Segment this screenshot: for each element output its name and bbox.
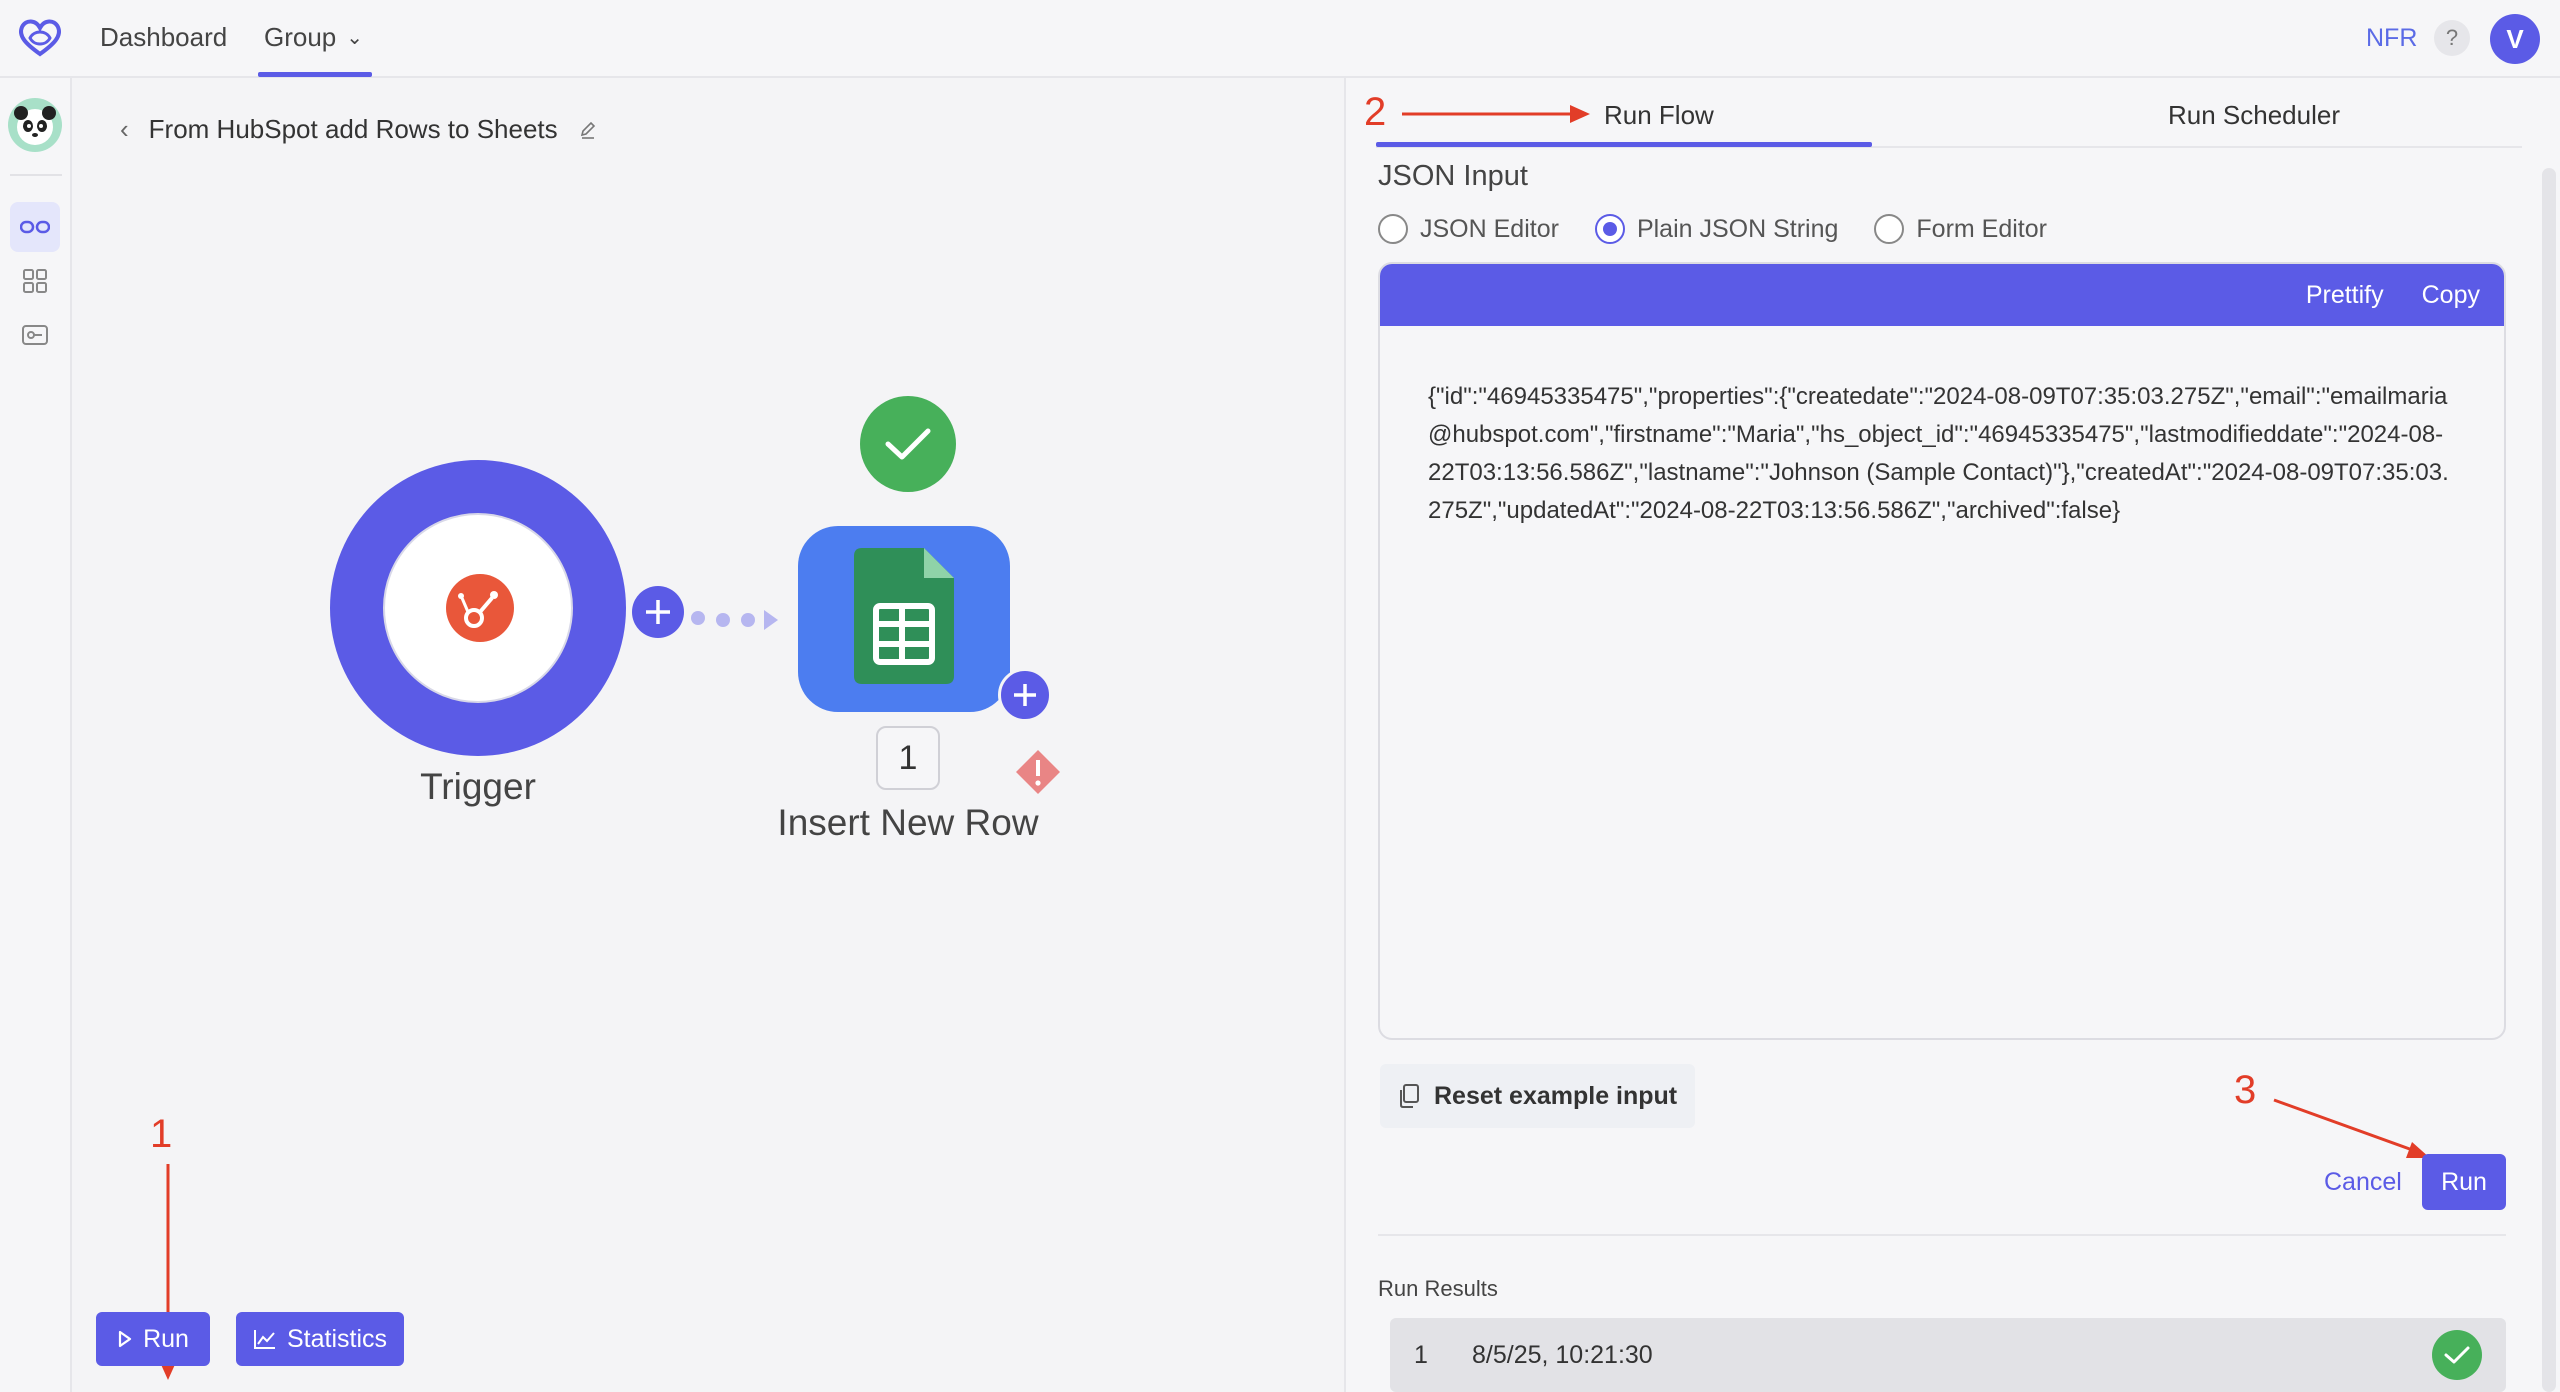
canvas-run-button[interactable]: Run: [96, 1312, 210, 1366]
annotation-3: 3: [2234, 1068, 2257, 1112]
chevron-down-icon: ⌄: [346, 27, 364, 49]
left-rail: [0, 78, 72, 1392]
input-mode-group: JSON Editor Plain JSON String Form Edito…: [1378, 214, 2047, 244]
run-button[interactable]: Run: [2422, 1154, 2506, 1210]
radio-plain-json-string[interactable]: Plain JSON String: [1594, 214, 1839, 244]
radio-label: JSON Editor: [1420, 214, 1559, 243]
google-sheets-icon: [854, 548, 954, 684]
json-input-title: JSON Input: [1378, 160, 1528, 192]
nfr-link[interactable]: NFR: [2366, 24, 2417, 53]
panda-icon: [14, 106, 56, 145]
json-textarea[interactable]: {"id":"46945335475","properties":{"creat…: [1380, 326, 2504, 530]
back-icon[interactable]: ‹: [120, 114, 129, 145]
top-bar: Dashboard Group ⌄ NFR ? V: [0, 0, 2560, 78]
cancel-button[interactable]: Cancel: [2324, 1168, 2402, 1197]
workspace-avatar[interactable]: [8, 98, 62, 152]
editor-toolbar: Prettify Copy: [1380, 264, 2504, 326]
infinity-icon: [20, 220, 50, 234]
statistics-button[interactable]: Statistics: [236, 1312, 404, 1366]
rail-divider: [10, 174, 62, 176]
success-check-icon: [860, 396, 956, 492]
warning-icon[interactable]: [1014, 748, 1062, 796]
breadcrumb: ‹ From HubSpot add Rows to Sheets: [120, 114, 598, 145]
prettify-button[interactable]: Prettify: [2306, 281, 2384, 310]
step-label: Insert New Row: [777, 802, 1039, 843]
insert-row-node[interactable]: [798, 526, 1010, 712]
copy-icon: [1400, 1084, 1419, 1108]
help-icon[interactable]: ?: [2434, 20, 2470, 56]
annotation-arrow-diagonal: [2273, 1098, 2430, 1158]
nav-dashboard[interactable]: Dashboard: [100, 22, 227, 53]
reset-example-label: Reset example input: [1434, 1081, 1678, 1110]
add-step-button-left[interactable]: [628, 582, 680, 634]
result-timestamp: 8/5/25, 10:21:30: [1472, 1340, 1653, 1369]
radio-circle-selected: [1594, 214, 1625, 244]
canvas-run-label: Run: [143, 1324, 189, 1353]
reset-example-button[interactable]: Reset example input: [1380, 1064, 1696, 1128]
flow-title: From HubSpot add Rows to Sheets: [148, 114, 558, 144]
radio-label: Form Editor: [1916, 214, 2047, 243]
panel-scrollbar[interactable]: [2542, 168, 2556, 1392]
copy-button[interactable]: Copy: [2422, 281, 2480, 310]
json-editor: Prettify Copy {"id":"46945335475","prope…: [1378, 262, 2506, 1040]
plus-icon: [1014, 684, 1036, 706]
success-check-icon: [2432, 1330, 2482, 1380]
run-panel: 2 Run Flow Run Scheduler JSON Input JSON…: [1344, 78, 2560, 1392]
tab-run-scheduler[interactable]: Run Scheduler: [2168, 100, 2340, 131]
tab-active-indicator: [1376, 142, 1872, 147]
step-number-badge: 1: [876, 726, 940, 790]
user-avatar[interactable]: V: [2490, 14, 2540, 64]
nav-group-label: Group: [264, 22, 337, 52]
radio-circle: [1378, 214, 1408, 244]
nav-active-indicator: [258, 72, 372, 77]
trigger-node[interactable]: [328, 458, 628, 758]
results-divider: [1378, 1234, 2506, 1236]
nav-group[interactable]: Group ⌄: [264, 22, 363, 53]
add-step-button-right[interactable]: [998, 668, 1052, 722]
key-icon: [22, 325, 48, 345]
tab-run-flow[interactable]: Run Flow: [1604, 100, 1714, 131]
statistics-label: Statistics: [286, 1324, 388, 1353]
trigger-label: Trigger: [420, 766, 536, 807]
result-index: 1: [1414, 1340, 1428, 1369]
app-logo-icon[interactable]: [14, 14, 66, 60]
annotation-arrow-right: [1402, 105, 1590, 123]
grid-icon: [23, 269, 47, 293]
radio-circle: [1874, 214, 1905, 244]
play-icon: [118, 1330, 132, 1348]
rail-keys-button[interactable]: [10, 310, 60, 360]
radio-form-editor[interactable]: Form Editor: [1874, 214, 2047, 244]
rail-flows-button[interactable]: [10, 202, 60, 252]
chart-icon: [253, 1330, 275, 1349]
radio-label: Plain JSON String: [1636, 214, 1839, 243]
annotation-2: 2: [1364, 90, 1387, 134]
edit-icon[interactable]: [578, 120, 598, 140]
radio-json-editor[interactable]: JSON Editor: [1378, 214, 1559, 244]
flow-canvas[interactable]: ‹ From HubSpot add Rows to Sheets Trigge…: [72, 78, 1344, 1392]
annotation-1: 1: [150, 1112, 173, 1156]
result-row[interactable]: 1 8/5/25, 10:21:30: [1390, 1318, 2506, 1392]
hubspot-trigger-icon: [330, 460, 626, 756]
rail-apps-button[interactable]: [10, 256, 60, 306]
run-results-title: Run Results: [1378, 1276, 1498, 1301]
